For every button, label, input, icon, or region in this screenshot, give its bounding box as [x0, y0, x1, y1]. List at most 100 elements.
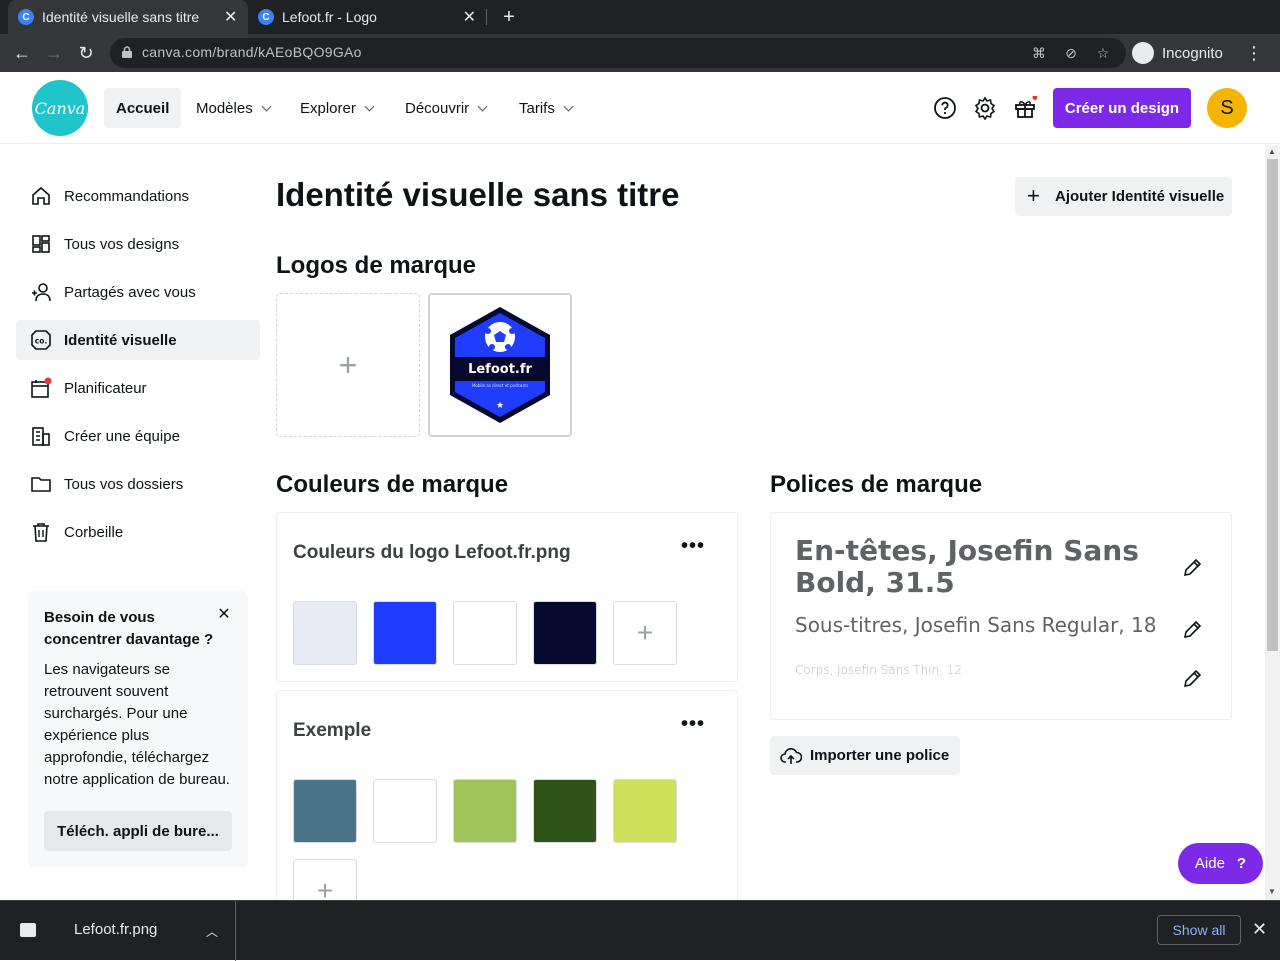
- question-icon: ?: [1236, 855, 1247, 872]
- browser-tabbar: C Identité visuelle sans titre ✕ C Lefoo…: [0, 0, 1280, 34]
- lefoot-logo-image: Lefoot.fr Mobile as direct et podcasts ★: [450, 307, 550, 423]
- gift-icon[interactable]: [1013, 96, 1037, 120]
- grid-icon: [32, 235, 50, 253]
- edit-pencil-icon[interactable]: [1181, 557, 1203, 579]
- tab-identite-visuelle[interactable]: C Identité visuelle sans titre ✕: [8, 0, 248, 34]
- translate-icon[interactable]: ⌘: [1030, 44, 1048, 62]
- nav-label: Accueil: [116, 99, 170, 117]
- trash-icon: [33, 523, 49, 542]
- reload-icon[interactable]: ↻: [74, 41, 98, 65]
- incognito-label: Incognito: [1162, 44, 1223, 62]
- color-swatch[interactable]: [293, 601, 357, 665]
- download-filename: Lefoot.fr.png: [74, 921, 158, 938]
- sidebar-item-tous-vos-designs[interactable]: Tous vos designs: [16, 224, 260, 264]
- palette-card-logo: Couleurs du logo Lefoot.fr.png ••• +: [276, 512, 738, 682]
- scroll-down-arrow-icon[interactable]: ▼: [1268, 887, 1276, 896]
- back-icon[interactable]: ←: [10, 41, 34, 65]
- sidebar-item-label: Corbeille: [64, 523, 124, 541]
- download-item[interactable]: Lefoot.fr.png ︿: [0, 901, 236, 961]
- tab-separator: [486, 9, 487, 25]
- sidebar-item-planificateur[interactable]: Planificateur: [16, 368, 260, 408]
- browser-menu-icon[interactable]: ⋮: [1244, 41, 1264, 65]
- sidebar-item-label: Créer une équipe: [64, 427, 180, 445]
- close-icon[interactable]: ✕: [216, 607, 232, 623]
- color-swatch[interactable]: [613, 779, 677, 843]
- heading-font-label[interactable]: En-têtes, Josefin Sans Bold, 31.5: [795, 535, 1155, 599]
- gear-icon[interactable]: [973, 96, 997, 120]
- sidebar-item-creer-equipe[interactable]: Créer une équipe: [16, 416, 260, 456]
- sidebar-item-label: Identité visuelle: [64, 331, 177, 349]
- nav-explorer[interactable]: Explorer: [288, 88, 385, 128]
- lock-icon: [122, 46, 132, 58]
- svg-text:★: ★: [496, 400, 504, 410]
- help-circle-icon[interactable]: [933, 96, 957, 120]
- brand-logo-lefoot[interactable]: Lefoot.fr Mobile as direct et podcasts ★: [428, 293, 572, 437]
- more-options-icon[interactable]: •••: [681, 713, 705, 736]
- logos-section-title: Logos de marque: [276, 252, 477, 279]
- chevron-down-icon: [364, 101, 375, 111]
- logo-tagline: Mobile as direct et podcasts: [472, 383, 528, 388]
- incognito-indicator[interactable]: Incognito: [1132, 39, 1223, 67]
- color-swatch[interactable]: [453, 601, 517, 665]
- building-icon: [32, 427, 50, 446]
- add-brand-kit-label: Ajouter Identité visuelle: [1055, 188, 1225, 205]
- canva-logo[interactable]: Canva: [32, 80, 88, 136]
- nav-label: Modèles: [196, 99, 253, 117]
- color-swatch[interactable]: [533, 779, 597, 843]
- palette-card-exemple: Exemple ••• +: [276, 690, 738, 923]
- nav-modeles[interactable]: Modèles: [184, 88, 282, 128]
- address-bar[interactable]: canva.com/brand/kAEoBQO9GAo ⌘ ⊘ ☆: [110, 38, 1126, 68]
- color-swatch[interactable]: [373, 601, 437, 665]
- sidebar-item-partages[interactable]: Partagés avec vous: [16, 272, 260, 312]
- nav-decouvrir[interactable]: Découvrir: [393, 88, 498, 128]
- new-tab-icon[interactable]: +: [498, 4, 520, 30]
- help-label: Aide: [1194, 855, 1225, 872]
- page-scrollbar[interactable]: ▲ ▼: [1265, 145, 1280, 900]
- help-button[interactable]: Aide ?: [1178, 843, 1263, 884]
- brand-fonts-card: En-têtes, Josefin Sans Bold, 31.5 Sous-t…: [770, 512, 1232, 720]
- nav-accueil[interactable]: Accueil: [104, 88, 182, 128]
- edit-pencil-icon[interactable]: [1181, 619, 1203, 641]
- forward-icon[interactable]: →: [42, 41, 66, 65]
- add-brand-kit-button[interactable]: + Ajouter Identité visuelle: [1015, 177, 1232, 216]
- show-all-downloads-button[interactable]: Show all: [1157, 915, 1241, 945]
- subheading-font-label[interactable]: Sous-titres, Josefin Sans Regular, 18: [795, 613, 1156, 637]
- scrollbar-thumb[interactable]: [1267, 159, 1278, 651]
- create-design-button[interactable]: Créer un design: [1053, 88, 1191, 128]
- eye-off-icon[interactable]: ⊘: [1062, 44, 1080, 62]
- sidebar-item-dossiers[interactable]: Tous vos dossiers: [16, 464, 260, 504]
- add-logo-button[interactable]: +: [276, 293, 420, 437]
- more-options-icon[interactable]: •••: [681, 535, 705, 558]
- add-color-button[interactable]: +: [613, 601, 677, 665]
- body-font-label[interactable]: Corps, Josefin Sans Thin, 12: [795, 663, 962, 677]
- sidebar: Recommandations Tous vos designs Partagé…: [0, 145, 276, 900]
- edit-pencil-icon[interactable]: [1181, 668, 1203, 690]
- tab-close-icon[interactable]: ✕: [224, 7, 237, 27]
- sidebar-item-recommandations[interactable]: Recommandations: [16, 176, 260, 216]
- chevron-down-icon: [563, 101, 574, 111]
- tab-lefoot-logo[interactable]: C Lefoot.fr - Logo ✕: [248, 0, 486, 34]
- color-swatch[interactable]: [373, 779, 437, 843]
- tab-title: Lefoot.fr - Logo: [282, 9, 377, 25]
- nav-tarifs[interactable]: Tarifs: [507, 88, 584, 128]
- nav-label: Explorer: [300, 99, 356, 117]
- chevron-up-icon[interactable]: ︿: [206, 923, 218, 940]
- import-font-button[interactable]: Importer une police: [770, 736, 960, 775]
- avatar[interactable]: S: [1207, 88, 1247, 128]
- canva-favicon-icon: C: [18, 9, 34, 25]
- sidebar-item-label: Recommandations: [64, 187, 190, 205]
- download-app-button[interactable]: Téléch. appli de bure...: [44, 811, 232, 851]
- star-icon[interactable]: ☆: [1094, 44, 1112, 62]
- palette-name: Exemple: [293, 720, 372, 741]
- color-swatch[interactable]: [533, 601, 597, 665]
- close-icon[interactable]: ✕: [1252, 919, 1267, 940]
- color-swatch[interactable]: [293, 779, 357, 843]
- svg-text:co.: co.: [35, 337, 48, 346]
- tab-close-icon[interactable]: ✕: [463, 7, 476, 27]
- users-icon: [32, 283, 51, 302]
- scroll-up-arrow-icon[interactable]: ▲: [1268, 147, 1276, 156]
- sidebar-item-corbeille[interactable]: Corbeille: [16, 512, 260, 552]
- color-swatch[interactable]: [453, 779, 517, 843]
- sidebar-item-label: Planificateur: [64, 379, 147, 397]
- sidebar-item-identite-visuelle[interactable]: co. Identité visuelle: [16, 320, 260, 360]
